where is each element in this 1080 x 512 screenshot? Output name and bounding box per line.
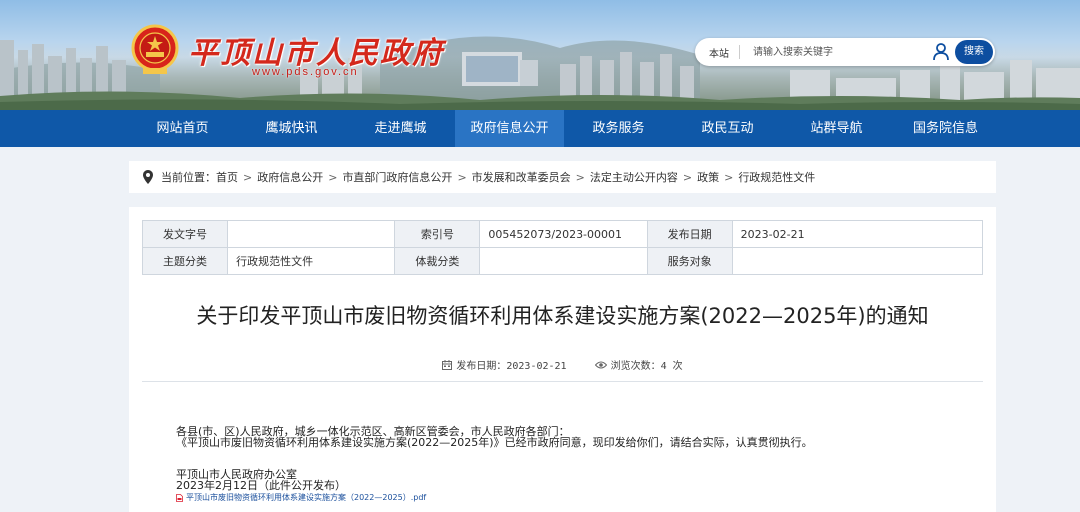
search-scope[interactable]: 本站: [709, 45, 729, 60]
nav-item-site-group[interactable]: 站群导航: [782, 110, 891, 147]
nav-item-news[interactable]: 鹰城快讯: [237, 110, 346, 147]
view-count-text: 浏览次数：4 次: [610, 361, 683, 372]
meta-genre-value: [479, 247, 648, 275]
nav-item-gov-info[interactable]: 政府信息公开: [455, 110, 564, 147]
nav-item-home[interactable]: 网站首页: [128, 110, 237, 147]
breadcrumb-ndrc[interactable]: 市发展和改革委员会: [472, 169, 571, 185]
article-panel: 发文字号 索引号 005452073/2023-00001 发布日期 2023-…: [129, 207, 996, 512]
header-banner: 平顶山市人民政府 www.pds.gov.cn 本站 搜索: [0, 0, 1080, 110]
meta-audience-label: 服务对象: [646, 247, 733, 275]
location-pin-icon: [143, 170, 153, 184]
pdf-file-icon: [176, 493, 183, 502]
meta-topic-label: 主题分类: [141, 247, 229, 275]
article-divider: [142, 381, 983, 382]
eye-icon: [594, 361, 607, 368]
meta-topic-value: 行政规范性文件: [227, 247, 396, 275]
document-meta-table: 发文字号 索引号 005452073/2023-00001 发布日期 2023-…: [141, 220, 984, 275]
meta-doc-no-label: 发文字号: [141, 220, 229, 248]
search-divider: [739, 45, 740, 59]
breadcrumb: 当前位置： 首页 > 政府信息公开 > 市直部门政府信息公开 > 市发展和改革委…: [129, 161, 996, 193]
publish-date-text: 发布日期：2023-02-21: [456, 361, 567, 372]
user-icon[interactable]: [933, 43, 949, 61]
search-input[interactable]: [753, 43, 913, 61]
meta-doc-no-value: [227, 220, 396, 248]
nav-item-interaction[interactable]: 政民互动: [673, 110, 782, 147]
breadcrumb-separator: >: [243, 170, 253, 184]
article-title: 关于印发平顶山市废旧物资循环利用体系建设实施方案(2022—2025年)的通知: [196, 304, 929, 328]
breadcrumb-separator: >: [724, 170, 734, 184]
attachment-filename[interactable]: 平顶山市废旧物资循环利用体系建设实施方案（2022—2025）.pdf: [186, 492, 426, 503]
publish-date-item: 发布日期：2023-02-21: [442, 357, 567, 372]
meta-index-label: 索引号: [394, 220, 481, 248]
article-paragraph: 《平顶山市废旧物资循环利用体系建设实施方案(2022—2025年)》已经市政府同…: [176, 436, 813, 449]
breadcrumb-gov-info[interactable]: 政府信息公开: [257, 169, 323, 185]
meta-audience-value: [731, 247, 984, 275]
article-signature-block: 平顶山市人民政府办公室 2023年2月12日（此件公开发布）: [176, 469, 346, 491]
main-nav: 网站首页 鹰城快讯 走进鹰城 政府信息公开 政务服务 政民互动 站群导航 国务院…: [0, 110, 1080, 147]
breadcrumb-separator: >: [575, 170, 585, 184]
breadcrumb-statutory[interactable]: 法定主动公开内容: [590, 169, 678, 185]
breadcrumb-separator: >: [457, 170, 467, 184]
search-button[interactable]: 搜索: [955, 40, 993, 64]
article-info-bar: 发布日期：2023-02-21 浏览次数：4 次: [129, 357, 996, 372]
site-domain: www.pds.gov.cn: [252, 66, 359, 78]
breadcrumb-normative-docs[interactable]: 行政规范性文件: [738, 169, 815, 185]
meta-pub-date-label: 发布日期: [646, 220, 733, 248]
nav-item-state-council[interactable]: 国务院信息: [891, 110, 1000, 147]
meta-pub-date-value: 2023-02-21: [731, 220, 984, 248]
nav-item-gov-services[interactable]: 政务服务: [564, 110, 673, 147]
breadcrumb-municipal-depts[interactable]: 市直部门政府信息公开: [342, 169, 452, 185]
attachment-link[interactable]: 平顶山市废旧物资循环利用体系建设实施方案（2022—2025）.pdf: [176, 492, 426, 503]
article-sign-date: 2023年2月12日（此件公开发布）: [176, 479, 346, 492]
search-box: 本站 搜索: [695, 38, 995, 66]
breadcrumb-home[interactable]: 首页: [216, 169, 238, 185]
national-emblem-icon: [131, 24, 179, 74]
nav-item-about-city[interactable]: 走进鹰城: [346, 110, 455, 147]
breadcrumb-separator: >: [682, 170, 693, 184]
view-count-item: 浏览次数：4 次: [594, 357, 683, 372]
article-body: 各县(市、区)人民政府，城乡一体化示范区、高新区管委会，市人民政府各部门： 《平…: [176, 426, 813, 448]
calendar-icon: [442, 359, 453, 370]
breadcrumb-separator: >: [328, 170, 338, 184]
breadcrumb-label: 当前位置：: [161, 171, 216, 184]
meta-genre-label: 体裁分类: [394, 247, 481, 275]
breadcrumb-policy[interactable]: 政策: [697, 169, 719, 185]
meta-index-value: 005452073/2023-00001: [479, 220, 648, 248]
